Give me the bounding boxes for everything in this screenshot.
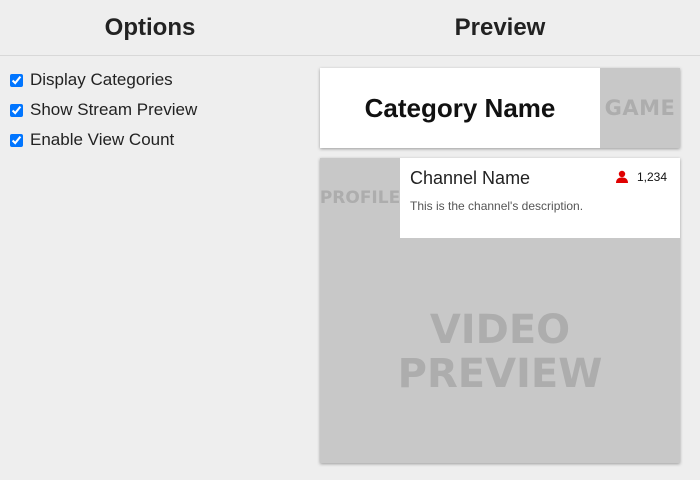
game-image-placeholder: GAME (600, 68, 680, 148)
video-placeholder-line: PREVIEW (397, 351, 603, 397)
view-count: 1,234 (615, 170, 667, 184)
channel-name: Channel Name (410, 168, 531, 188)
option-label: Show Stream Preview (30, 100, 198, 119)
show-stream-preview-checkbox[interactable] (10, 103, 23, 117)
viewer-count-value: 1,234 (636, 170, 667, 184)
option-show-stream-preview[interactable]: Show Stream Preview (9, 95, 299, 125)
category-name: Category Name (364, 92, 556, 123)
options-list: Display Categories Show Stream Preview E… (9, 65, 299, 155)
channel-description: This is the channel's description. (410, 199, 584, 213)
profile-image-placeholder: PROFILE (319, 188, 401, 208)
category-preview-card: Category Name GAME (320, 68, 680, 148)
video-placeholder-line: VIDEO (429, 307, 571, 353)
options-heading: Options (104, 14, 196, 41)
option-enable-view-count[interactable]: Enable View Count (9, 125, 299, 155)
preview-heading: Preview (454, 14, 546, 41)
display-categories-checkbox[interactable] (10, 73, 23, 87)
stream-preview-card: PROFILE Channel Name This is the channel… (320, 158, 680, 463)
extension-options-page: Options Preview Display Categories Show … (0, 0, 700, 480)
user-icon (615, 170, 628, 183)
option-display-categories[interactable]: Display Categories (9, 65, 299, 95)
video-preview-placeholder: VIDEO PREVIEW (320, 308, 680, 396)
channel-info: Channel Name This is the channel's descr… (400, 158, 680, 238)
header-divider (0, 55, 700, 56)
option-label: Display Categories (30, 70, 173, 89)
option-label: Enable View Count (30, 130, 175, 149)
enable-view-count-checkbox[interactable] (10, 133, 23, 147)
